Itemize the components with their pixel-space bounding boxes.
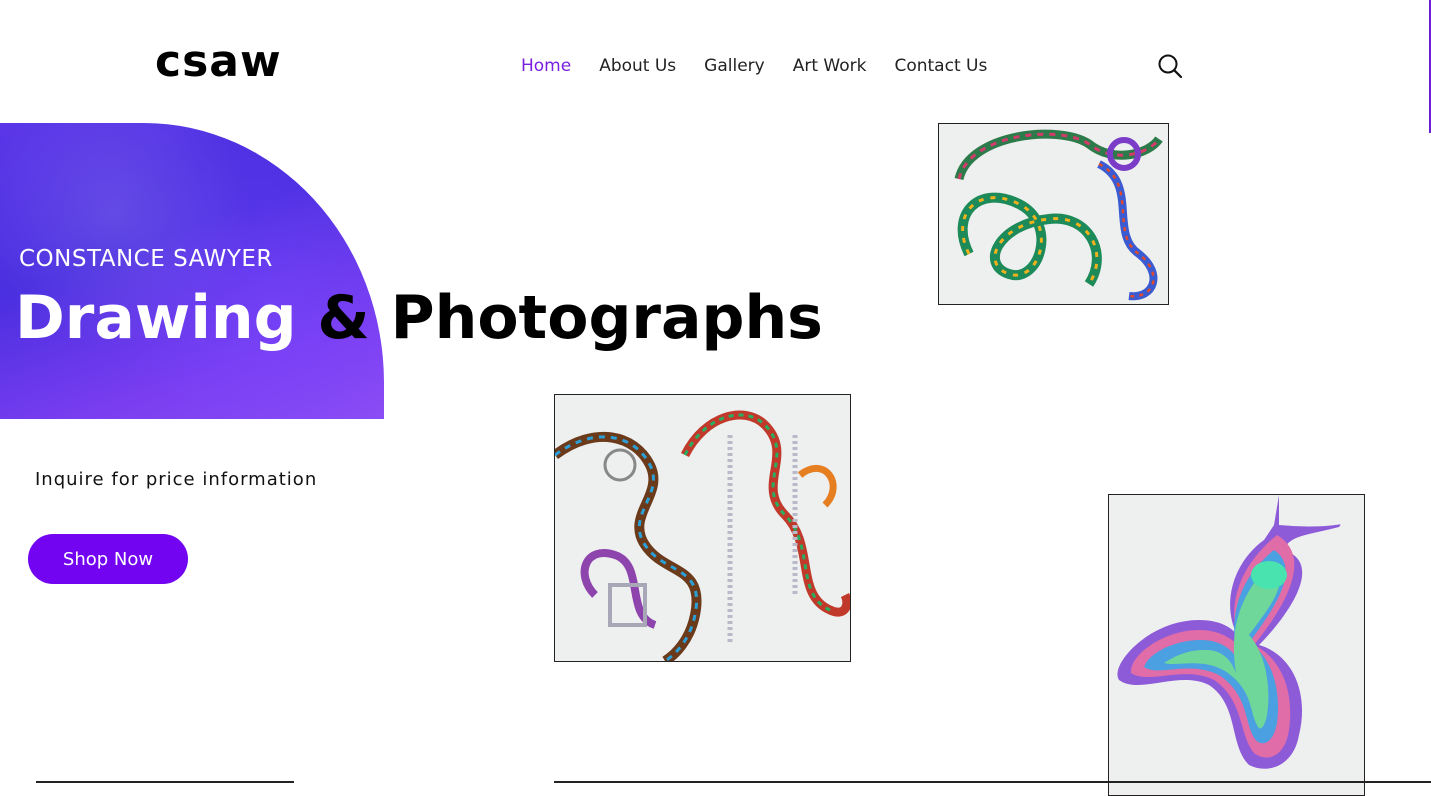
nav-item-gallery[interactable]: Gallery xyxy=(704,56,765,76)
hero-subtitle: CONSTANCE SAWYER xyxy=(19,246,273,272)
price-inquiry-text: Inquire for price information xyxy=(35,469,318,490)
brand-logo[interactable]: csaw xyxy=(155,40,282,84)
main-nav: Home About Us Gallery Art Work Contact U… xyxy=(521,56,987,76)
search-icon[interactable] xyxy=(1156,52,1184,80)
nav-item-home[interactable]: Home xyxy=(521,56,571,76)
nav-item-contact-us[interactable]: Contact Us xyxy=(894,56,987,76)
hero-title-highlight: Drawing xyxy=(15,283,297,353)
hero-title-rest: & Photographs xyxy=(296,283,823,353)
nav-item-about-us[interactable]: About Us xyxy=(599,56,676,76)
artwork-image-contour-figure[interactable] xyxy=(1108,494,1365,796)
artwork-image-ribbon-loops[interactable] xyxy=(938,123,1169,305)
nav-item-art-work[interactable]: Art Work xyxy=(793,56,867,76)
hero-title: Drawing & Photographs xyxy=(15,282,823,354)
artwork-image-tangled-ribbons[interactable] xyxy=(554,394,851,662)
shop-now-button[interactable]: Shop Now xyxy=(28,534,188,584)
